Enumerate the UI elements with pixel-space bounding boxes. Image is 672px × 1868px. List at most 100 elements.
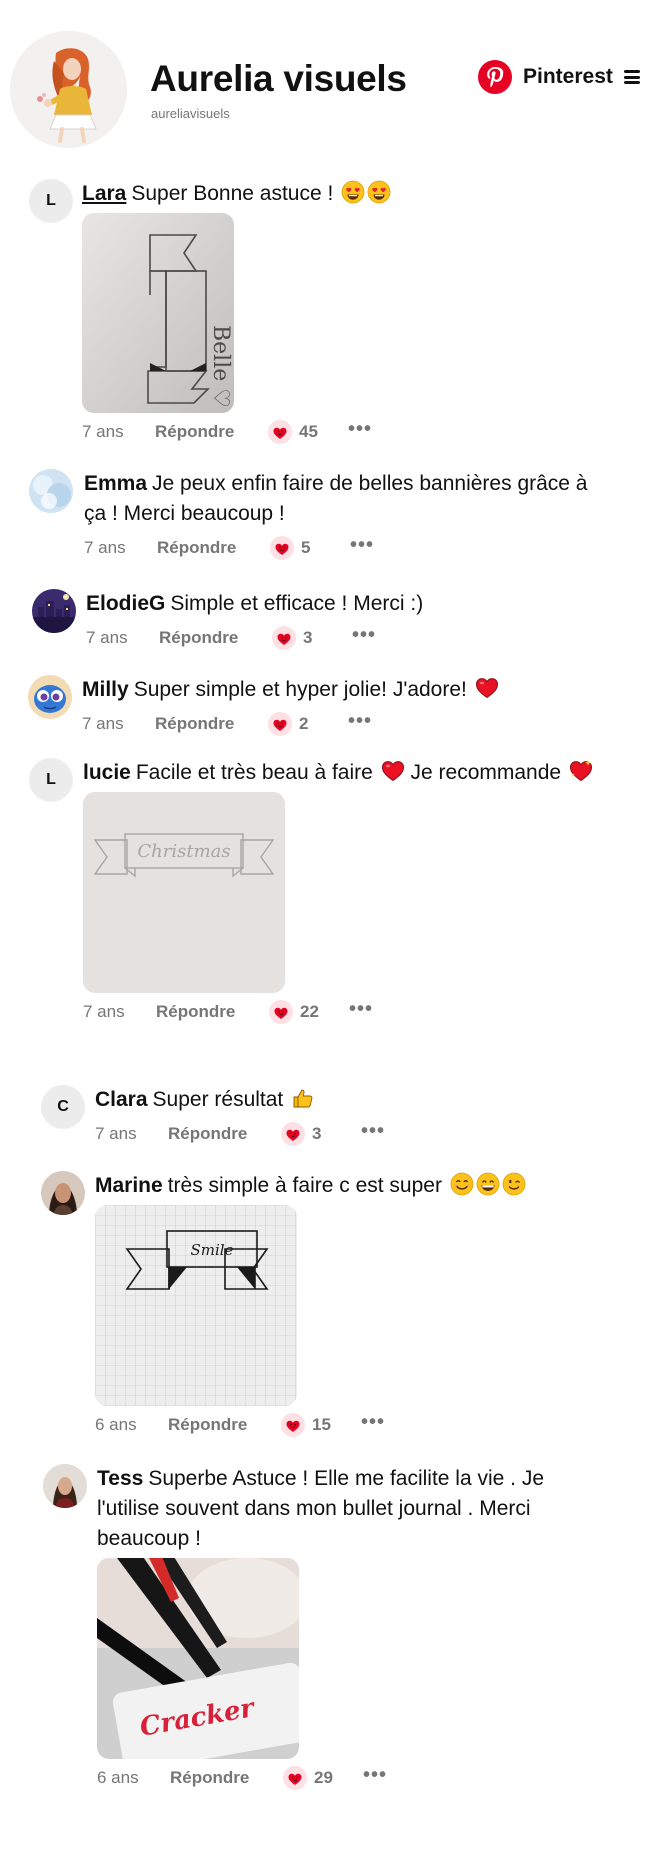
comment-author[interactable]: Clara	[95, 1088, 148, 1111]
avatar[interactable]	[41, 1171, 85, 1215]
heart-face-reaction-icon	[269, 535, 295, 561]
more-options-button[interactable]: •••	[348, 709, 372, 733]
banner-drawing-image: Belle ♡	[82, 213, 234, 413]
reaction-button[interactable]: 22	[268, 997, 319, 1027]
comment-actions: 7 ans Répondre 22 •••	[83, 997, 593, 1027]
heart-eyes-emoji-icon	[367, 180, 391, 204]
avatar[interactable]	[32, 589, 76, 633]
reaction-button[interactable]: 2	[267, 709, 308, 739]
comment-author[interactable]: ElodieG	[86, 592, 165, 615]
winking-face-emoji-icon	[502, 1172, 526, 1196]
reaction-count: 15	[312, 1415, 331, 1434]
comment-timestamp: 6 ans	[95, 1415, 137, 1434]
heart-face-reaction-icon	[267, 711, 293, 737]
comment-image[interactable]: Cracker	[97, 1558, 299, 1759]
more-options-button[interactable]: •••	[348, 417, 372, 441]
avatar[interactable]: L	[29, 179, 73, 223]
comment-text: lucie Facile et très beau à faire Je reco…	[83, 758, 593, 788]
sky-photo-avatar	[29, 469, 73, 513]
heart-eyes-emoji-icon	[341, 180, 365, 204]
avatar[interactable]	[28, 675, 72, 719]
comment-image[interactable]: Christmas	[83, 792, 285, 993]
reply-button[interactable]: Répondre	[170, 1763, 249, 1793]
comment-author[interactable]: Tess	[97, 1467, 143, 1490]
more-options-button[interactable]: •••	[350, 533, 374, 557]
reaction-button[interactable]: 3	[271, 623, 312, 653]
avatar[interactable]: C	[41, 1085, 85, 1129]
more-options-button[interactable]: •••	[352, 623, 376, 647]
sparkling-heart-emoji-icon	[569, 759, 593, 783]
more-options-button[interactable]: •••	[361, 1119, 385, 1143]
comment-timestamp: 6 ans	[97, 1768, 139, 1787]
comment-timestamp: 7 ans	[95, 1124, 137, 1143]
avatar[interactable]: L	[29, 758, 73, 802]
comment-body: Superbe Astuce ! Elle me facilite la vie…	[97, 1467, 545, 1550]
reaction-count: 22	[300, 1002, 319, 1021]
avatar[interactable]	[43, 1464, 87, 1508]
reply-button[interactable]: Répondre	[168, 1119, 247, 1149]
comment-actions: 6 ans Répondre 29 •••	[97, 1763, 597, 1793]
reaction-button[interactable]: 15	[280, 1410, 331, 1440]
comment-text: Lara Super Bonne astuce !	[82, 179, 602, 209]
comment-text: Milly Super simple et hyper jolie! J'ador…	[82, 675, 602, 705]
comment-body: Facile et très beau à faire	[135, 761, 373, 784]
more-options-button[interactable]: •••	[349, 997, 373, 1021]
reply-button[interactable]: Répondre	[168, 1410, 247, 1440]
heart-face-reaction-icon	[271, 625, 297, 651]
comment-text: Clara Super résultat	[95, 1085, 615, 1115]
illustrated-girl-avatar	[10, 31, 127, 148]
heart-face-reaction-icon	[280, 1121, 306, 1147]
comment-timestamp: 7 ans	[84, 538, 126, 557]
more-options-button[interactable]: •••	[361, 1410, 385, 1434]
comment-text: Tess Superbe Astuce ! Elle me facilite la…	[97, 1464, 597, 1554]
smiling-face-emoji-icon	[450, 1172, 474, 1196]
portrait-photo-avatar	[43, 1464, 87, 1508]
pinterest-label: Pinterest	[523, 65, 613, 88]
comment-author[interactable]: Emma	[84, 472, 147, 495]
comment-author[interactable]: Marine	[95, 1174, 163, 1197]
more-options-button[interactable]: •••	[363, 1763, 387, 1787]
comment-image[interactable]: Smile	[95, 1205, 297, 1406]
comment-text: Marine très simple à faire c est super	[95, 1171, 615, 1201]
reply-button[interactable]: Répondre	[159, 623, 238, 653]
comment-body-continued: Je recommande	[410, 761, 562, 784]
heart-face-reaction-icon	[268, 999, 294, 1025]
blue-fish-avatar	[28, 675, 72, 719]
red-heart-emoji-icon	[475, 676, 499, 700]
comment-body: Super simple et hyper jolie! J'adore!	[133, 678, 467, 701]
comment-actions: 6 ans Répondre 15 •••	[95, 1410, 615, 1440]
drawing-caption: Belle ♡	[208, 325, 233, 408]
comment-body: Je peux enfin faire de belles bannières …	[84, 472, 588, 525]
comment-timestamp: 7 ans	[86, 628, 128, 647]
reply-button[interactable]: Répondre	[155, 709, 234, 739]
comment-author[interactable]: lucie	[83, 761, 131, 784]
reaction-button[interactable]: 29	[282, 1763, 333, 1793]
profile-handle[interactable]: aureliavisuels	[151, 106, 230, 121]
pinterest-brand-button[interactable]: Pinterest	[478, 59, 640, 95]
reply-button[interactable]: Répondre	[156, 997, 235, 1027]
reaction-count: 2	[299, 714, 309, 733]
comment-actions: 7 ans Répondre 45 •••	[82, 417, 602, 447]
night-city-avatar	[32, 589, 76, 633]
pens-and-case-photo: Cracker	[97, 1558, 299, 1759]
profile-avatar[interactable]	[10, 31, 127, 148]
reaction-button[interactable]: 45	[267, 417, 318, 447]
red-heart-emoji-icon	[381, 759, 405, 783]
reaction-button[interactable]: 5	[269, 533, 310, 563]
comment-body: Super Bonne astuce !	[131, 182, 334, 205]
reaction-count: 29	[314, 1768, 333, 1787]
hamburger-menu-icon[interactable]	[623, 70, 640, 84]
reaction-count: 5	[301, 538, 311, 557]
comment-timestamp: 7 ans	[83, 1002, 125, 1021]
profile-header: Aurelia visuels aureliavisuels Pinterest	[0, 0, 672, 150]
comment-body: Super résultat	[152, 1088, 284, 1111]
comment-author[interactable]: Lara	[82, 182, 126, 205]
reply-button[interactable]: Répondre	[157, 533, 236, 563]
profile-name[interactable]: Aurelia visuels	[150, 58, 407, 100]
avatar[interactable]	[29, 469, 73, 513]
reaction-count: 45	[299, 422, 318, 441]
comment-author[interactable]: Milly	[82, 678, 129, 701]
comment-image[interactable]: Belle ♡	[82, 213, 234, 413]
reaction-button[interactable]: 3	[280, 1119, 321, 1149]
reply-button[interactable]: Répondre	[155, 417, 234, 447]
